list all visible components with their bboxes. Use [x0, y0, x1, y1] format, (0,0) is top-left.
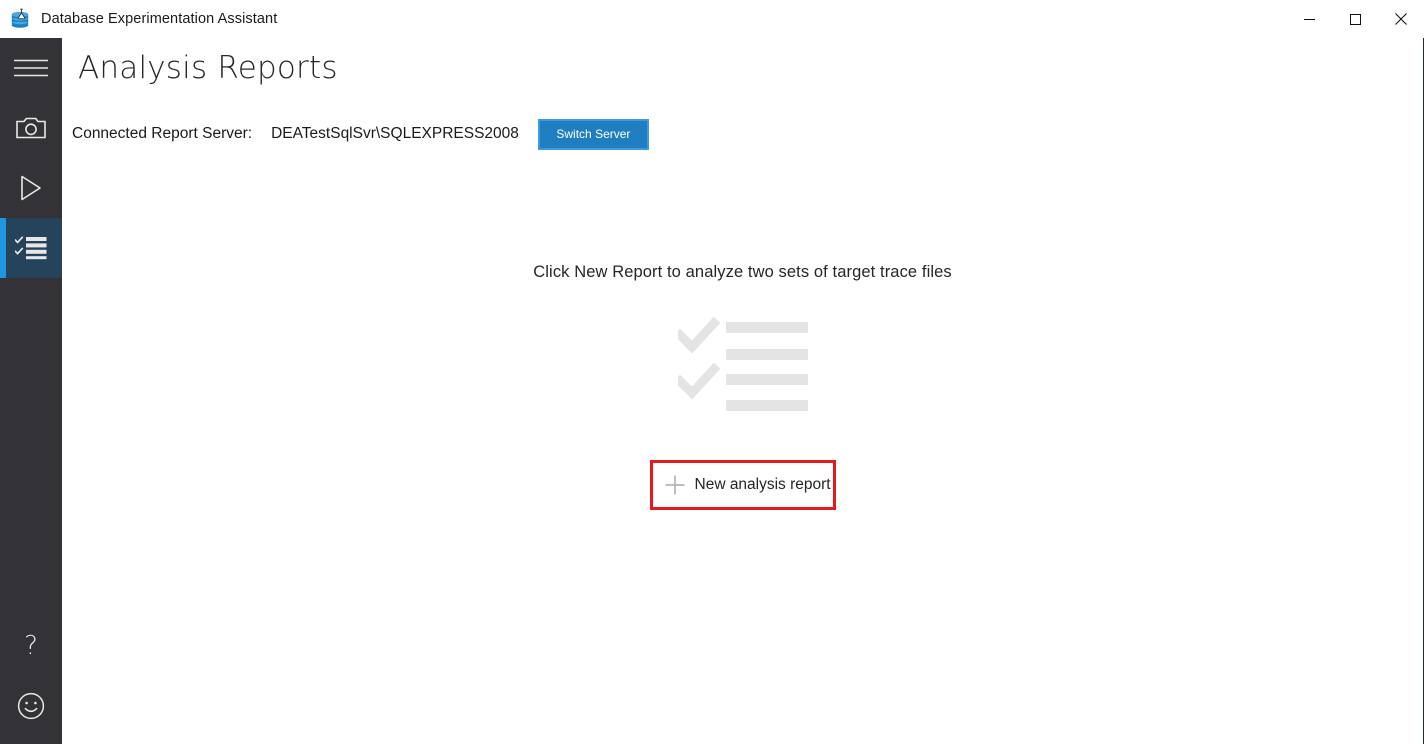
hamburger-menu-icon: [14, 59, 48, 77]
empty-state: Click New Report to analyze two sets of …: [62, 263, 1423, 510]
plus-icon: [665, 475, 684, 495]
menu-toggle[interactable]: [0, 38, 62, 98]
connected-server-label: Connected Report Server:: [72, 125, 253, 142]
question-mark-icon: ?: [24, 631, 38, 661]
empty-state-hint: Click New Report to analyze two sets of …: [533, 263, 952, 281]
sidebar-item-replay[interactable]: [0, 158, 62, 218]
close-button[interactable]: [1378, 0, 1424, 38]
minimize-button[interactable]: [1286, 0, 1332, 38]
maximize-button[interactable]: [1332, 0, 1378, 38]
title-bar: Database Experimentation Assistant: [0, 0, 1424, 38]
svg-text:?: ?: [24, 631, 38, 661]
sidebar-top-group: [0, 38, 62, 278]
sidebar: ?: [0, 38, 62, 744]
new-analysis-report-button[interactable]: New analysis report: [650, 461, 835, 509]
main-content: Analysis Reports Connected Report Server…: [62, 38, 1423, 744]
camera-icon: [16, 117, 46, 139]
page-title: Analysis Reports: [78, 50, 338, 86]
new-report-annotated-region: New analysis report: [649, 460, 836, 510]
maximize-icon: [1349, 13, 1361, 25]
checklist-icon: [15, 236, 47, 260]
connected-server-row: Connected Report Server: DEATestSqlSvr\S…: [72, 118, 649, 150]
connected-server-value: DEATestSqlSvr\SQLEXPRESS2008: [271, 125, 519, 142]
new-analysis-report-label: New analysis report: [694, 476, 831, 493]
checklist-placeholder-graphic: [677, 316, 808, 411]
switch-server-button[interactable]: Switch Server: [537, 118, 649, 150]
sidebar-item-analysis-reports[interactable]: [0, 218, 62, 278]
window-controls: [1286, 0, 1424, 38]
sidebar-item-help[interactable]: ?: [0, 616, 62, 676]
title-bar-left: Database Experimentation Assistant: [0, 0, 277, 38]
database-flask-icon: [11, 8, 29, 28]
play-icon: [21, 175, 41, 201]
sidebar-item-capture[interactable]: [0, 98, 62, 158]
sidebar-bottom-group: ?: [0, 616, 62, 744]
sidebar-item-feedback[interactable]: [0, 676, 62, 736]
close-icon: [1395, 13, 1407, 25]
minimize-icon: [1303, 18, 1315, 20]
app-window: Database Experimentation Assistant ? Ana…: [0, 0, 1424, 744]
window-title: Database Experimentation Assistant: [41, 11, 278, 27]
smiley-face-icon: [17, 692, 45, 720]
